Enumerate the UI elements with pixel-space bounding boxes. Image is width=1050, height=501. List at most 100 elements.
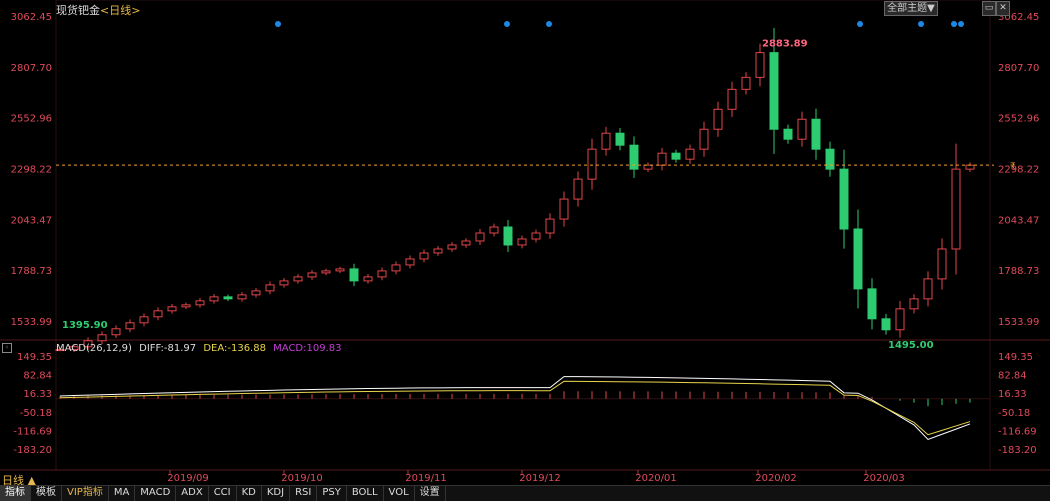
candle-body <box>741 76 751 90</box>
candle-body <box>545 218 555 234</box>
restore-window-button[interactable]: ▭ <box>982 1 996 16</box>
price-axis-label-right: 1533.99 <box>998 317 1039 328</box>
macd-name: MACD(26,12,9) <box>56 343 132 354</box>
time-axis-label: 2020/03 <box>863 473 905 484</box>
macd-axis-label-left: 16.33 <box>23 389 52 400</box>
event-marker-dot <box>857 21 863 27</box>
candle-body <box>517 238 527 246</box>
candle-body <box>881 318 891 331</box>
time-axis-label: 2019/09 <box>167 473 209 484</box>
price-axis-label-left: 2552.96 <box>11 114 52 125</box>
tab-adx[interactable]: ADX <box>176 486 209 501</box>
candle-body <box>461 240 471 246</box>
candle-body <box>769 52 779 130</box>
macd-axis-label-left: -183.20 <box>13 445 52 456</box>
candle-body <box>97 334 107 342</box>
time-axis-label: 2019/12 <box>519 473 561 484</box>
chart-frame <box>55 0 991 471</box>
tab-vip-indicators[interactable]: VIP指标 <box>62 486 109 501</box>
candle-body <box>965 164 975 170</box>
candle-body <box>573 178 583 200</box>
candle-body <box>937 248 947 280</box>
candle-body <box>909 298 919 310</box>
macd-axis-label-left: -50.18 <box>20 408 52 419</box>
tab-ma[interactable]: MA <box>109 486 136 501</box>
candle-body <box>321 270 331 274</box>
tab-kdj[interactable]: KDJ <box>262 486 291 501</box>
tab-indicators[interactable]: 指标 <box>0 486 31 501</box>
tab-settings[interactable]: 设置 <box>415 486 446 501</box>
candle-body <box>363 276 373 282</box>
tab-rsi[interactable]: RSI <box>290 486 318 501</box>
candle-body <box>559 198 569 220</box>
price-axis-label-right: 2043.47 <box>998 215 1039 226</box>
candle-body <box>475 232 485 242</box>
theme-dropdown-button[interactable]: 全部主题▼ <box>884 1 938 16</box>
tab-psy[interactable]: PSY <box>317 486 347 501</box>
high-price-label: 2883.89 <box>762 39 808 50</box>
macd-axis-label-right: -183.20 <box>998 445 1037 456</box>
candle-body <box>223 296 233 300</box>
candle-body <box>657 152 667 166</box>
macd-diff-value: DIFF:-81.97 <box>139 343 197 354</box>
tab-boll[interactable]: BOLL <box>347 486 384 501</box>
candle-body <box>783 128 793 140</box>
candle-body <box>181 304 191 308</box>
candle-body <box>265 284 275 292</box>
candle-body <box>895 308 905 331</box>
candle-body <box>811 118 821 150</box>
price-axis-label-left: 2807.70 <box>11 63 52 74</box>
candle-body <box>699 128 709 150</box>
candle-body <box>279 280 289 286</box>
candle-body <box>853 228 863 290</box>
tab-vol[interactable]: VOL <box>384 486 415 501</box>
macd-axis-label-right: 149.35 <box>998 352 1033 363</box>
candle-body <box>377 270 387 278</box>
event-marker-dot <box>958 21 964 27</box>
candle-body <box>587 148 597 180</box>
candle-body <box>839 168 849 230</box>
price-axis-label-left: 2043.47 <box>11 215 52 226</box>
candle-body <box>307 272 317 278</box>
candle-body <box>755 52 765 78</box>
macd-dea-value: DEA:-136.88 <box>203 343 266 354</box>
candle-body <box>825 148 835 170</box>
close-window-button[interactable]: ✕ <box>996 1 1010 16</box>
macd-legend: MACD(26,12,9) DIFF:-81.97 DEA:-136.88 MA… <box>56 343 346 354</box>
event-marker-dot <box>918 21 924 27</box>
tab-kd[interactable]: KD <box>237 486 262 501</box>
candle-body <box>867 288 877 320</box>
candle-body <box>601 132 611 150</box>
candle-body <box>349 268 359 282</box>
tab-templates[interactable]: 模板 <box>31 486 62 501</box>
candle-body <box>531 232 541 240</box>
candle-body <box>419 252 429 260</box>
price-axis-label-left: 1533.99 <box>11 317 52 328</box>
start-price-label: 1395.90 <box>62 320 108 331</box>
tab-macd[interactable]: MACD <box>135 486 177 501</box>
candle-body <box>615 132 625 146</box>
candle-body <box>391 264 401 272</box>
candle-body <box>293 276 303 282</box>
collapse-toggle-icon[interactable]: ◦ <box>2 343 12 353</box>
candle-body <box>503 226 513 246</box>
price-axis-label-right: 2807.70 <box>998 63 1039 74</box>
candle-body <box>923 278 933 300</box>
candle-body <box>209 296 219 302</box>
candle-body <box>111 328 121 336</box>
event-marker-dot <box>546 21 552 27</box>
candle-body <box>167 306 177 312</box>
instrument-name: 现货钯金 <box>56 4 100 17</box>
price-chart[interactable]: 3062.45 3062.452807.70 2807.702552.96 2552.… <box>0 0 1050 485</box>
candle-body <box>433 248 443 254</box>
macd-axis-label-left: -116.69 <box>13 426 52 437</box>
time-axis-label: 2019/10 <box>281 473 323 484</box>
low-price-label: 1495.00 <box>888 340 934 351</box>
time-axis-label: 2019/11 <box>405 473 447 484</box>
candle-body <box>237 294 247 300</box>
period-label: <日线> <box>100 4 141 17</box>
tab-cci[interactable]: CCI <box>209 486 237 501</box>
time-axis-label: 2020/02 <box>755 473 797 484</box>
event-marker-dot <box>951 21 957 27</box>
price-axis-label-left: 1788.73 <box>11 266 52 277</box>
